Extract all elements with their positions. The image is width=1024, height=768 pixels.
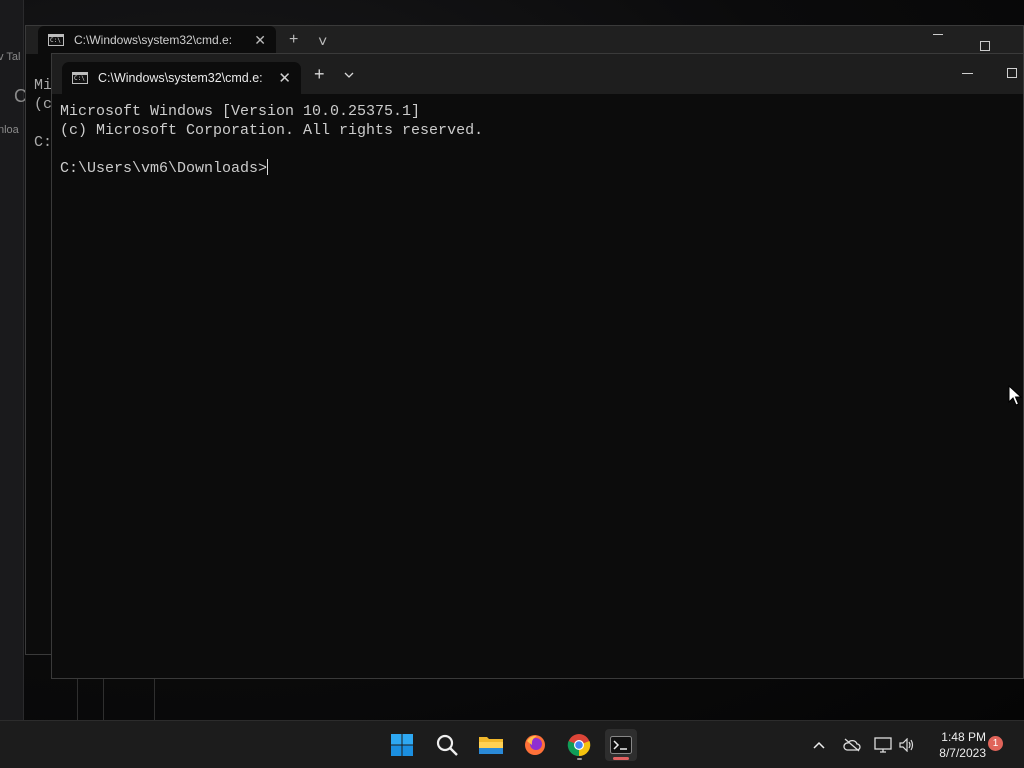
active-indicator [613, 757, 629, 760]
cmd-icon [48, 34, 64, 46]
console-line: Microsoft Windows [Version 10.0.25375.1] [60, 103, 421, 120]
console-prompt-line[interactable]: C:\Users\vm6\Downloads> [60, 159, 483, 178]
firefox-button[interactable] [519, 729, 551, 761]
cloud-offline-icon[interactable] [843, 735, 861, 755]
close-icon[interactable]: ✕ [254, 32, 266, 49]
background-terminal-titlebar[interactable]: C:\Windows\system32\cmd.e: ✕ + ˅ [26, 26, 1023, 54]
console-line: (c [34, 96, 53, 113]
chrome-button[interactable] [563, 729, 595, 761]
background-tab-title: C:\Windows\system32\cmd.e: [74, 33, 233, 47]
start-button[interactable] [386, 729, 418, 761]
chevron-up-icon[interactable] [813, 735, 825, 755]
console-prompt: C:\Users\vm6\Downloads> [60, 160, 268, 177]
desktop: v Tal C nloa C:\Windows\system32\cmd.e: … [0, 0, 1024, 720]
window-edge [77, 679, 155, 720]
desktop-fragment-label: v Tal [0, 51, 21, 63]
console-line: C: [34, 134, 53, 151]
network-icon[interactable] [874, 735, 892, 755]
notification-badge[interactable]: 1 [988, 736, 1003, 751]
running-indicator [577, 758, 582, 760]
close-tab-icon[interactable]: ✕ [278, 69, 291, 87]
new-tab-button[interactable]: + [289, 31, 298, 49]
clock-date: 8/7/2023 [939, 746, 986, 760]
minimize-button[interactable] [962, 73, 973, 74]
file-explorer-button[interactable] [475, 729, 507, 761]
chevron-down-icon[interactable] [344, 67, 354, 81]
firefox-icon [525, 735, 545, 755]
clock-time: 1:48 PM [941, 730, 986, 744]
system-clock[interactable]: 1:48 PM 8/7/2023 [926, 729, 986, 761]
background-terminal-tab[interactable]: C:\Windows\system32\cmd.e: ✕ [38, 26, 276, 54]
cmd-icon [72, 72, 88, 84]
terminal-taskbar-button[interactable] [605, 729, 637, 761]
console-line: (c) Microsoft Corporation. All rights re… [60, 122, 484, 139]
tab-title: C:\Windows\system32\cmd.e: [98, 71, 263, 85]
folder-icon [479, 737, 503, 754]
desktop-fragment-label: nloa [0, 124, 19, 136]
search-icon [436, 734, 458, 756]
minimize-button[interactable] [933, 34, 943, 35]
taskbar: 1:48 PM 8/7/2023 [0, 720, 1024, 768]
search-button[interactable] [431, 729, 463, 761]
maximize-button[interactable] [980, 41, 990, 51]
chrome-icon [567, 734, 591, 757]
mouse-pointer-icon [1008, 385, 1022, 406]
volume-icon[interactable] [899, 735, 915, 755]
console-output[interactable]: Microsoft Windows [Version 10.0.25375.1]… [60, 102, 483, 178]
chevron-down-icon[interactable]: ˅ [318, 34, 327, 52]
new-tab-button[interactable]: + [314, 65, 325, 83]
window-edge [103, 679, 104, 720]
text-cursor [267, 159, 269, 175]
windows-logo-icon [391, 734, 413, 756]
terminal-icon [610, 736, 632, 754]
console-line: Mi [34, 77, 53, 94]
desktop-sidebar-strip [0, 0, 24, 720]
maximize-button[interactable] [1007, 68, 1017, 78]
terminal-titlebar[interactable]: C:\Windows\system32\cmd.e: ✕ + [52, 54, 1023, 94]
background-console-text: Mi (c C: [34, 76, 52, 152]
terminal-window[interactable]: C:\Windows\system32\cmd.e: ✕ + Microsoft… [51, 53, 1024, 679]
terminal-tab[interactable]: C:\Windows\system32\cmd.e: ✕ [62, 62, 301, 94]
